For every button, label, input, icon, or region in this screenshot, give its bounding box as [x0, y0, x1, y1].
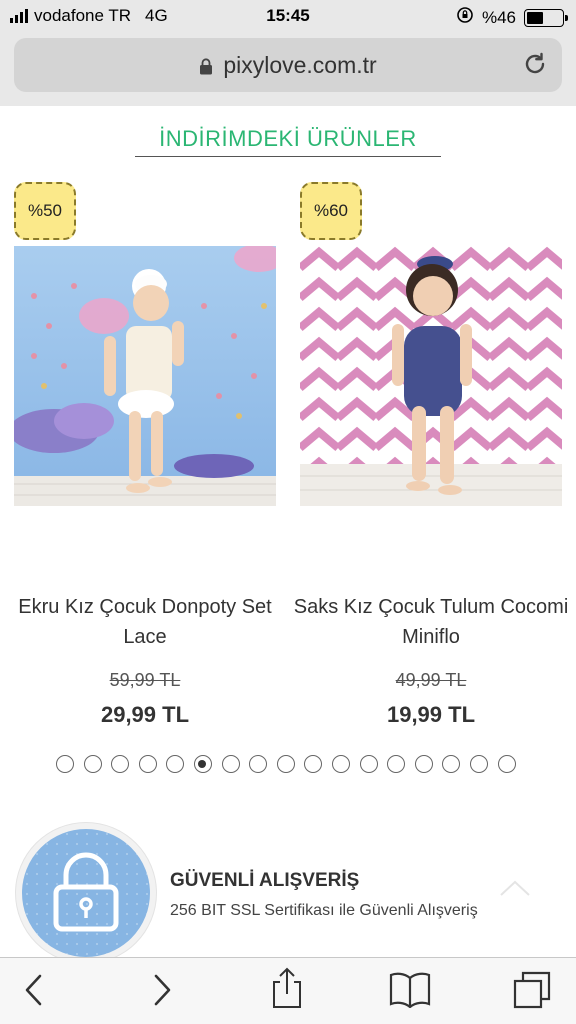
section-divider — [135, 156, 441, 157]
old-price: 59,99 TL — [109, 670, 181, 690]
battery-fill — [527, 11, 543, 24]
carousel-dot[interactable] — [414, 755, 433, 773]
share-icon[interactable] — [270, 966, 304, 1015]
carousel-dot[interactable] — [83, 755, 102, 773]
tabs-icon[interactable] — [512, 970, 552, 1015]
discount-badge: %50 — [14, 182, 76, 240]
carousel-dot[interactable] — [442, 755, 461, 773]
address-bar[interactable]: pixylove.com.tr — [14, 38, 562, 92]
carousel-dot[interactable] — [138, 755, 157, 773]
battery-percent: %46 — [481, 7, 516, 27]
url-text: pixylove.com.tr — [223, 52, 377, 78]
carousel-pagination — [56, 755, 516, 773]
carousel-dot[interactable] — [359, 755, 378, 773]
status-right: %46 — [456, 6, 568, 29]
status-bar: vodafone TR 4G 15:45 %46 — [0, 0, 576, 34]
browser-toolbar — [0, 957, 576, 1024]
carousel-dot[interactable] — [387, 755, 406, 773]
carousel-dot[interactable] — [221, 755, 240, 773]
secure-subtitle: 256 BIT SSL Sertifikası ile Güvenli Alış… — [170, 902, 478, 919]
product-name[interactable]: Ekru Kız Çocuk Donpoty Set Lace — [4, 592, 286, 652]
scroll-top-icon[interactable] — [498, 878, 532, 903]
bookmarks-icon[interactable] — [388, 970, 432, 1013]
carousel-dot[interactable] — [193, 755, 212, 773]
lock-icon — [199, 58, 213, 75]
battery-icon — [524, 8, 568, 27]
carousel-dot[interactable] — [56, 755, 74, 773]
carousel-dot[interactable] — [111, 755, 130, 773]
product-image[interactable] — [14, 246, 276, 506]
section-title: İNDİRİMDEKİ ÜRÜNLER — [159, 126, 417, 151]
old-price: 49,99 TL — [395, 670, 467, 690]
secure-badge — [16, 823, 156, 963]
carousel-dot[interactable] — [304, 755, 323, 773]
carousel-dot[interactable] — [331, 755, 350, 773]
carousel-dot[interactable] — [276, 755, 295, 773]
secure-title: GÜVENLİ ALIŞVERİŞ — [170, 870, 360, 891]
carousel-dot[interactable] — [249, 755, 268, 773]
carousel-dot[interactable] — [469, 755, 488, 773]
rotation-lock-icon — [456, 6, 474, 29]
padlock-icon — [22, 829, 150, 957]
new-price: 29,99 TL — [100, 702, 190, 727]
carousel-dot[interactable] — [497, 755, 516, 773]
forward-icon[interactable] — [150, 972, 174, 1013]
url-display[interactable]: pixylove.com.tr — [14, 52, 562, 79]
product-image[interactable] — [300, 246, 562, 506]
reload-icon[interactable] — [522, 51, 548, 82]
carousel-dot[interactable] — [166, 755, 185, 773]
discount-badge: %60 — [300, 182, 362, 240]
browser-chrome: pixylove.com.tr — [0, 34, 576, 106]
new-price: 19,99 TL — [386, 702, 476, 727]
product-name[interactable]: Saks Kız Çocuk Tulum Cocomi Miniflo — [290, 592, 572, 652]
back-icon[interactable] — [22, 972, 46, 1013]
